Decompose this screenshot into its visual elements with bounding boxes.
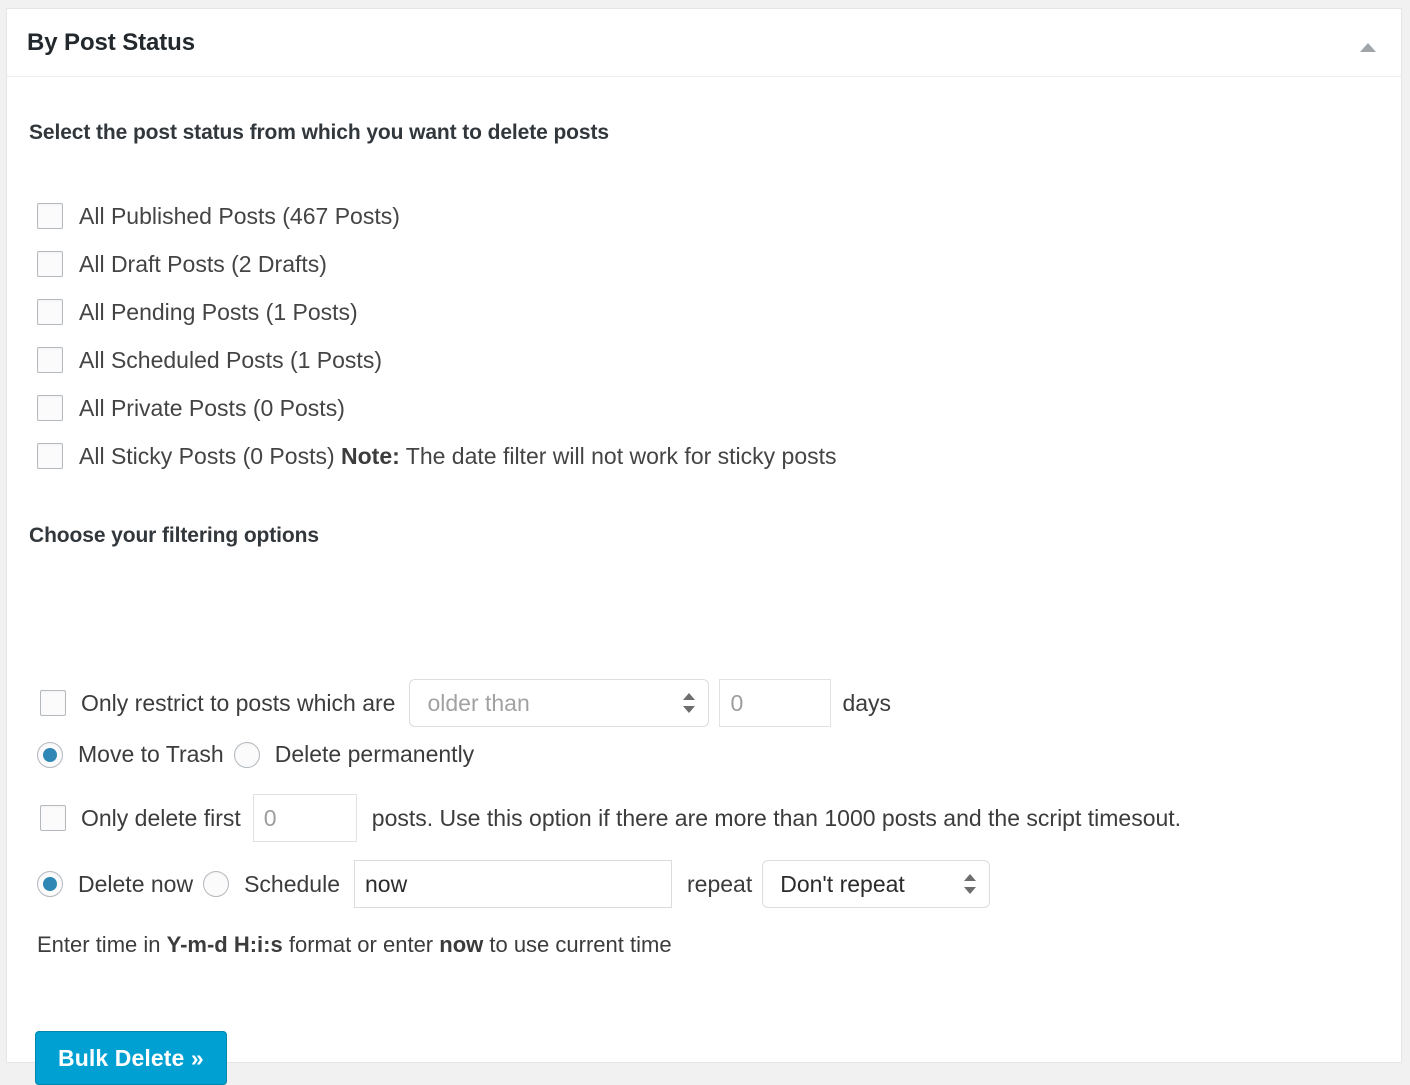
timing-row: Delete now Schedule now repeat Don't rep… bbox=[37, 860, 990, 908]
status-row-scheduled[interactable]: All Scheduled Posts (1 Posts) bbox=[37, 336, 837, 384]
panel-header: By Post Status bbox=[7, 9, 1401, 77]
days-input[interactable]: 0 bbox=[719, 679, 831, 727]
delete-mode-row: Move to Trash Delete permanently bbox=[37, 741, 474, 768]
limit-input[interactable]: 0 bbox=[253, 794, 357, 842]
radio-schedule[interactable] bbox=[203, 871, 229, 897]
select-arrows-icon bbox=[683, 691, 695, 715]
status-section-heading: Select the post status from which you wa… bbox=[29, 121, 609, 145]
repeat-label: repeat bbox=[687, 871, 752, 898]
filter-section-heading: Choose your filtering options bbox=[29, 524, 319, 548]
hint-part-2: format or enter bbox=[283, 932, 440, 957]
select-arrows-icon bbox=[964, 872, 976, 896]
post-status-panel: By Post Status Select the post status fr… bbox=[6, 8, 1402, 1063]
sticky-note-label: Note: bbox=[341, 443, 400, 469]
checkbox-restrict-date[interactable] bbox=[40, 690, 66, 716]
limit-label-before: Only delete first bbox=[81, 805, 241, 832]
limit-row: Only delete first 0 posts. Use this opti… bbox=[40, 794, 1181, 842]
time-format-hint: Enter time in Y-m-d H:i:s format or ente… bbox=[37, 932, 672, 958]
status-label-sticky: All Sticky Posts (0 Posts) Note: The dat… bbox=[79, 443, 837, 470]
page-title: By Post Status bbox=[27, 29, 195, 57]
status-label-pending: All Pending Posts (1 Posts) bbox=[79, 299, 358, 326]
schedule-time-input[interactable]: now bbox=[354, 860, 672, 908]
status-label-private: All Private Posts (0 Posts) bbox=[79, 395, 345, 422]
checkbox-limit-posts[interactable] bbox=[40, 805, 66, 831]
older-than-select-value: older than bbox=[410, 690, 569, 717]
hint-part-3: to use current time bbox=[483, 932, 671, 957]
hint-format: Y-m-d H:i:s bbox=[167, 932, 283, 957]
status-checkbox-list: All Published Posts (467 Posts) All Draf… bbox=[37, 192, 837, 480]
days-suffix-label: days bbox=[842, 690, 891, 717]
repeat-select-value: Don't repeat bbox=[763, 871, 945, 898]
radio-delete-permanently[interactable] bbox=[234, 742, 260, 768]
delete-permanently-label: Delete permanently bbox=[275, 741, 474, 768]
status-label-sticky-text: All Sticky Posts (0 Posts) bbox=[79, 443, 341, 469]
delete-now-label: Delete now bbox=[78, 871, 193, 898]
move-to-trash-label: Move to Trash bbox=[78, 741, 224, 768]
schedule-label: Schedule bbox=[244, 871, 340, 898]
checkbox-private[interactable] bbox=[37, 395, 63, 421]
status-label-draft: All Draft Posts (2 Drafts) bbox=[79, 251, 327, 278]
status-label-published: All Published Posts (467 Posts) bbox=[79, 203, 400, 230]
restrict-row: Only restrict to posts which are older t… bbox=[40, 679, 891, 727]
radio-delete-now[interactable] bbox=[37, 871, 63, 897]
checkbox-sticky[interactable] bbox=[37, 443, 63, 469]
hint-part-1: Enter time in bbox=[37, 932, 167, 957]
chevron-up-icon[interactable] bbox=[1357, 39, 1379, 55]
status-row-draft[interactable]: All Draft Posts (2 Drafts) bbox=[37, 240, 837, 288]
older-than-select[interactable]: older than bbox=[409, 679, 709, 727]
status-label-scheduled: All Scheduled Posts (1 Posts) bbox=[79, 347, 382, 374]
limit-label-after: posts. Use this option if there are more… bbox=[372, 805, 1181, 832]
checkbox-pending[interactable] bbox=[37, 299, 63, 325]
repeat-select[interactable]: Don't repeat bbox=[762, 860, 990, 908]
radio-move-to-trash[interactable] bbox=[37, 742, 63, 768]
restrict-label: Only restrict to posts which are bbox=[81, 690, 395, 717]
checkbox-published[interactable] bbox=[37, 203, 63, 229]
checkbox-draft[interactable] bbox=[37, 251, 63, 277]
status-row-published[interactable]: All Published Posts (467 Posts) bbox=[37, 192, 837, 240]
sticky-note-text: The date filter will not work for sticky… bbox=[400, 443, 837, 469]
status-row-pending[interactable]: All Pending Posts (1 Posts) bbox=[37, 288, 837, 336]
status-row-private[interactable]: All Private Posts (0 Posts) bbox=[37, 384, 837, 432]
checkbox-scheduled[interactable] bbox=[37, 347, 63, 373]
status-row-sticky[interactable]: All Sticky Posts (0 Posts) Note: The dat… bbox=[37, 432, 837, 480]
hint-keyword: now bbox=[439, 932, 483, 957]
bulk-delete-button[interactable]: Bulk Delete » bbox=[35, 1031, 227, 1085]
